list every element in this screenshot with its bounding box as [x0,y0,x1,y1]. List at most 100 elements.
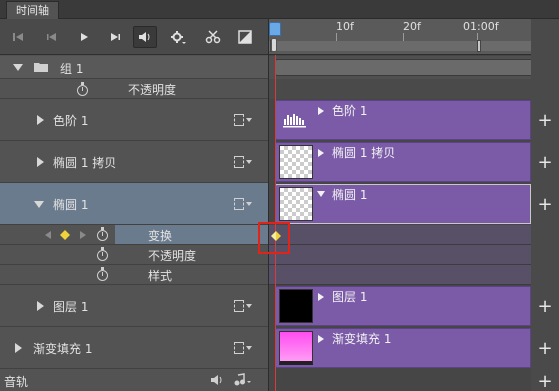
expand-toggle-icon[interactable] [37,115,44,125]
layer-name: 图层 1 [53,300,89,314]
ruler-tick [403,33,404,41]
ellipse-copy-track: 椭圆 1 拷贝 [269,141,559,183]
work-area-bar[interactable] [269,40,559,52]
split-scissors-icon[interactable] [201,26,225,48]
filmstrip-menu-icon[interactable] [234,341,256,355]
ruler-tick [336,33,337,41]
layer-row-gradient-fill-1[interactable]: 渐变填充 1 [0,327,268,369]
playhead-handle[interactable] [269,22,281,36]
audio-toggle-icon[interactable] [133,26,157,48]
previous-frame-icon[interactable] [40,26,64,48]
expand-toggle-icon[interactable] [34,201,44,208]
keyframe-diamond-icon[interactable] [60,230,70,240]
add-media-button[interactable]: + [531,110,559,131]
play-icon[interactable] [72,26,96,48]
music-note-menu-icon[interactable] [234,373,252,387]
audio-mute-icon[interactable] [210,374,224,386]
property-row-style: 样式 [0,265,268,285]
property-row-transform: 变换 [0,225,268,245]
property-label: 不透明度 [128,83,177,97]
layer-name: 椭圆 1 [53,198,89,212]
gradient-fill-clip[interactable]: 渐变填充 1 [275,328,531,368]
timeline-tab[interactable]: 时间轴 [6,1,59,19]
property-row-group-opacity: 不透明度 [0,79,268,99]
filmstrip-menu-icon[interactable] [234,113,256,127]
layer-row-ellipse-copy[interactable]: 椭圆 1 拷贝 [0,141,268,183]
next-keyframe-icon[interactable] [79,230,87,240]
gradient-track: 渐变填充 1 [269,327,559,369]
ellipse-clip[interactable]: 椭圆 1 [275,184,531,224]
layer-thumbnail [279,289,313,323]
add-media-button[interactable]: + [531,194,559,215]
expand-toggle-icon[interactable] [15,343,22,353]
clip-expand-icon[interactable] [318,149,324,157]
histogram-icon [283,114,306,128]
ellipse-copy-clip[interactable]: 椭圆 1 拷贝 [275,142,531,182]
go-to-first-frame-icon[interactable] [6,26,30,48]
layer-thumbnail [279,145,313,179]
settings-gear-icon[interactable] [166,26,190,48]
keyframe-icon[interactable] [271,231,281,241]
layer-1-clip[interactable]: 图层 1 [275,286,531,326]
layer-row-ellipse-1[interactable]: 椭圆 1 [0,183,268,225]
clip-expand-icon[interactable] [318,107,324,115]
layer-1-track: 图层 1 [269,285,559,327]
clip-label: 椭圆 1 [332,188,368,202]
levels-clip[interactable]: 色阶 1 [275,100,531,140]
layer-row-levels-1[interactable]: 色阶 1 [0,99,268,141]
layer-list: 组 1 不透明度 色阶 1 椭圆 1 拷贝 椭圆 1 变换 不透明度 样式 图层… [0,56,268,391]
stopwatch-icon[interactable] [77,82,88,96]
audio-track [269,369,559,391]
layer-thumbnail [279,187,313,221]
audio-track-row[interactable]: 音轨 [0,369,268,391]
work-area-grip[interactable] [271,38,277,52]
property-label: 变换 [148,229,173,243]
filmstrip-menu-icon[interactable] [234,155,256,169]
opacity-track [269,245,559,265]
property-label: 不透明度 [148,249,197,263]
layer-row-layer-1[interactable]: 图层 1 [0,285,268,327]
ruler-label: 20f [403,20,421,33]
ruler-label: 10f [336,20,354,33]
expand-toggle-icon[interactable] [37,157,44,167]
expand-toggle-icon[interactable] [13,64,23,71]
next-frame-icon[interactable] [103,26,127,48]
ruler-label: 01:00f [463,20,499,33]
clip-label: 色阶 1 [332,104,368,118]
clip-label: 椭圆 1 拷贝 [332,146,396,160]
stopwatch-icon[interactable] [97,247,108,261]
add-audio-button[interactable]: + [531,371,559,391]
clip-collapse-icon[interactable] [317,191,325,197]
style-track [269,265,559,285]
transport-toolbar [0,19,268,55]
folder-icon [34,63,48,72]
transform-highlight [115,225,268,244]
panel-tabbar: 时间轴 [0,0,559,19]
work-area-end-handle[interactable] [477,40,481,52]
expand-toggle-icon[interactable] [37,301,44,311]
layer-name: 组 1 [60,62,84,76]
transform-track [269,225,559,245]
ellipse-track: 椭圆 1 [269,183,559,225]
add-media-button[interactable]: + [531,338,559,359]
clip-label: 渐变填充 1 [332,332,392,346]
stopwatch-icon[interactable] [97,267,108,281]
layer-row-group-1[interactable]: 组 1 [0,56,268,79]
audio-track-label: 音轨 [4,375,29,389]
timeline-tracks: 10f 20f 01:00f 色阶 1 椭圆 1 拷贝 椭圆 1 图层 1 渐变… [269,19,559,391]
filmstrip-menu-icon[interactable] [234,197,256,211]
group-track [269,56,559,79]
layer-thumbnail [279,331,313,365]
transition-icon[interactable] [233,26,257,48]
clip-expand-icon[interactable] [318,335,324,343]
property-row-opacity: 不透明度 [0,245,268,265]
time-ruler[interactable]: 10f 20f 01:00f [269,19,559,55]
add-media-button[interactable]: + [531,152,559,173]
clip-expand-icon[interactable] [318,293,324,301]
group-bar[interactable] [275,59,559,76]
stopwatch-icon[interactable] [97,227,108,241]
add-media-button[interactable]: + [531,296,559,317]
levels-track: 色阶 1 [269,99,559,141]
filmstrip-menu-icon[interactable] [234,299,256,313]
previous-keyframe-icon[interactable] [44,230,52,240]
